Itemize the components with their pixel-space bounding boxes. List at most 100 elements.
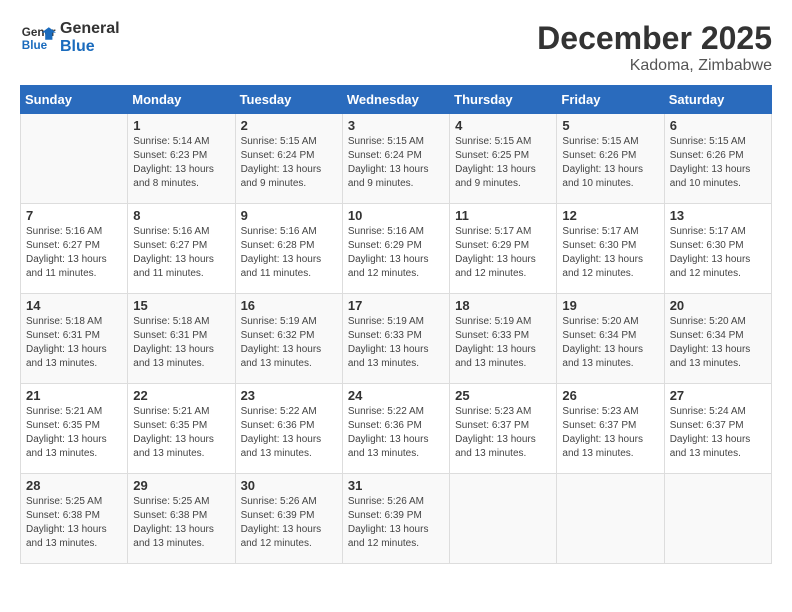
day-number: 3 [348,118,444,133]
month-year-title: December 2025 [537,20,772,57]
calendar-cell: 21 Sunrise: 5:21 AM Sunset: 6:35 PM Dayli… [21,384,128,474]
calendar-cell: 10 Sunrise: 5:16 AM Sunset: 6:29 PM Dayli… [342,204,449,294]
day-number: 18 [455,298,551,313]
calendar-cell: 9 Sunrise: 5:16 AM Sunset: 6:28 PM Daylig… [235,204,342,294]
calendar-cell [557,474,664,564]
day-number: 9 [241,208,337,223]
calendar-cell: 2 Sunrise: 5:15 AM Sunset: 6:24 PM Daylig… [235,114,342,204]
calendar-cell: 30 Sunrise: 5:26 AM Sunset: 6:39 PM Dayli… [235,474,342,564]
day-number: 4 [455,118,551,133]
calendar-cell: 27 Sunrise: 5:24 AM Sunset: 6:37 PM Dayli… [664,384,771,474]
logo-general: General [60,20,120,38]
calendar-cell: 3 Sunrise: 5:15 AM Sunset: 6:24 PM Daylig… [342,114,449,204]
cell-info: Sunrise: 5:24 AM Sunset: 6:37 PM Dayligh… [670,405,766,461]
week-row-1: 1Sunrise: 5:14 AM Sunset: 6:23 PM Daylig… [21,114,772,204]
day-number: 23 [241,388,337,403]
calendar-cell: 19Sunrise: 5:20 AM Sunset: 6:34 PM Dayli… [557,294,664,384]
header-friday: Friday [557,86,664,114]
cell-info: Sunrise: 5:19 AM Sunset: 6:33 PM Dayligh… [348,315,444,371]
day-number: 30 [241,478,337,493]
cell-info: Sunrise: 5:15 AM Sunset: 6:25 PM Dayligh… [455,135,551,191]
day-number: 13 [670,208,766,223]
day-number: 21 [26,388,122,403]
logo-blue: Blue [60,38,120,56]
header-thursday: Thursday [450,86,557,114]
calendar-cell: 8Sunrise: 5:16 AM Sunset: 6:27 PM Daylig… [128,204,235,294]
calendar-cell: 22 Sunrise: 5:21 AM Sunset: 6:35 PM Dayli… [128,384,235,474]
day-number: 11 [455,208,551,223]
calendar-cell: 13 Sunrise: 5:17 AM Sunset: 6:30 PM Dayli… [664,204,771,294]
day-number: 8 [133,208,229,223]
cell-info: Sunrise: 5:23 AM Sunset: 6:37 PM Dayligh… [562,405,658,461]
day-number: 1 [133,118,229,133]
cell-info: Sunrise: 5:17 AM Sunset: 6:29 PM Dayligh… [455,225,551,281]
day-number: 7 [26,208,122,223]
day-number: 2 [241,118,337,133]
cell-info: Sunrise: 5:20 AM Sunset: 6:34 PM Dayligh… [670,315,766,371]
day-number: 26 [562,388,658,403]
day-number: 12 [562,208,658,223]
calendar-cell: 1Sunrise: 5:14 AM Sunset: 6:23 PM Daylig… [128,114,235,204]
day-number: 10 [348,208,444,223]
header-sunday: Sunday [21,86,128,114]
day-number: 20 [670,298,766,313]
calendar-cell: 14Sunrise: 5:18 AM Sunset: 6:31 PM Dayli… [21,294,128,384]
calendar-cell [21,114,128,204]
cell-info: Sunrise: 5:19 AM Sunset: 6:32 PM Dayligh… [241,315,337,371]
day-number: 22 [133,388,229,403]
calendar-cell [450,474,557,564]
week-row-5: 28 Sunrise: 5:25 AM Sunset: 6:38 PM Dayli… [21,474,772,564]
cell-info: Sunrise: 5:16 AM Sunset: 6:29 PM Dayligh… [348,225,444,281]
week-row-3: 14Sunrise: 5:18 AM Sunset: 6:31 PM Dayli… [21,294,772,384]
cell-info: Sunrise: 5:17 AM Sunset: 6:30 PM Dayligh… [670,225,766,281]
calendar-cell: 29Sunrise: 5:25 AM Sunset: 6:38 PM Dayli… [128,474,235,564]
calendar-table: SundayMondayTuesdayWednesdayThursdayFrid… [20,85,772,564]
page-header: General Blue General Blue December 2025 … [20,20,772,75]
calendar-cell: 23 Sunrise: 5:22 AM Sunset: 6:36 PM Dayli… [235,384,342,474]
cell-info: Sunrise: 5:16 AM Sunset: 6:28 PM Dayligh… [241,225,337,281]
cell-info: Sunrise: 5:15 AM Sunset: 6:26 PM Dayligh… [670,135,766,191]
day-number: 25 [455,388,551,403]
cell-info: Sunrise: 5:26 AM Sunset: 6:39 PM Dayligh… [241,495,337,551]
calendar-cell: 20 Sunrise: 5:20 AM Sunset: 6:34 PM Dayli… [664,294,771,384]
calendar-cell: 17 Sunrise: 5:19 AM Sunset: 6:33 PM Dayli… [342,294,449,384]
day-number: 27 [670,388,766,403]
cell-info: Sunrise: 5:15 AM Sunset: 6:26 PM Dayligh… [562,135,658,191]
day-number: 15 [133,298,229,313]
logo-icon: General Blue [20,20,56,56]
cell-info: Sunrise: 5:22 AM Sunset: 6:36 PM Dayligh… [241,405,337,461]
week-row-4: 21 Sunrise: 5:21 AM Sunset: 6:35 PM Dayli… [21,384,772,474]
calendar-cell: 5 Sunrise: 5:15 AM Sunset: 6:26 PM Daylig… [557,114,664,204]
cell-info: Sunrise: 5:21 AM Sunset: 6:35 PM Dayligh… [26,405,122,461]
day-number: 31 [348,478,444,493]
calendar-cell: 15 Sunrise: 5:18 AM Sunset: 6:31 PM Dayli… [128,294,235,384]
header-wednesday: Wednesday [342,86,449,114]
cell-info: Sunrise: 5:26 AM Sunset: 6:39 PM Dayligh… [348,495,444,551]
calendar-cell: 16Sunrise: 5:19 AM Sunset: 6:32 PM Dayli… [235,294,342,384]
calendar-cell: 24 Sunrise: 5:22 AM Sunset: 6:36 PM Dayli… [342,384,449,474]
cell-info: Sunrise: 5:21 AM Sunset: 6:35 PM Dayligh… [133,405,229,461]
header-row: SundayMondayTuesdayWednesdayThursdayFrid… [21,86,772,114]
cell-info: Sunrise: 5:20 AM Sunset: 6:34 PM Dayligh… [562,315,658,371]
day-number: 17 [348,298,444,313]
header-saturday: Saturday [664,86,771,114]
cell-info: Sunrise: 5:18 AM Sunset: 6:31 PM Dayligh… [133,315,229,371]
calendar-cell: 18Sunrise: 5:19 AM Sunset: 6:33 PM Dayli… [450,294,557,384]
calendar-cell [664,474,771,564]
cell-info: Sunrise: 5:15 AM Sunset: 6:24 PM Dayligh… [348,135,444,191]
calendar-cell: 28Sunrise: 5:25 AM Sunset: 6:38 PM Dayli… [21,474,128,564]
calendar-cell: 12 Sunrise: 5:17 AM Sunset: 6:30 PM Dayli… [557,204,664,294]
cell-info: Sunrise: 5:25 AM Sunset: 6:38 PM Dayligh… [133,495,229,551]
week-row-2: 7Sunrise: 5:16 AM Sunset: 6:27 PM Daylig… [21,204,772,294]
svg-text:Blue: Blue [22,39,48,52]
cell-info: Sunrise: 5:22 AM Sunset: 6:36 PM Dayligh… [348,405,444,461]
day-number: 5 [562,118,658,133]
calendar-cell: 7Sunrise: 5:16 AM Sunset: 6:27 PM Daylig… [21,204,128,294]
cell-info: Sunrise: 5:17 AM Sunset: 6:30 PM Dayligh… [562,225,658,281]
day-number: 28 [26,478,122,493]
day-number: 6 [670,118,766,133]
cell-info: Sunrise: 5:15 AM Sunset: 6:24 PM Dayligh… [241,135,337,191]
title-block: December 2025 Kadoma, Zimbabwe [537,20,772,75]
day-number: 24 [348,388,444,403]
calendar-cell: 25Sunrise: 5:23 AM Sunset: 6:37 PM Dayli… [450,384,557,474]
